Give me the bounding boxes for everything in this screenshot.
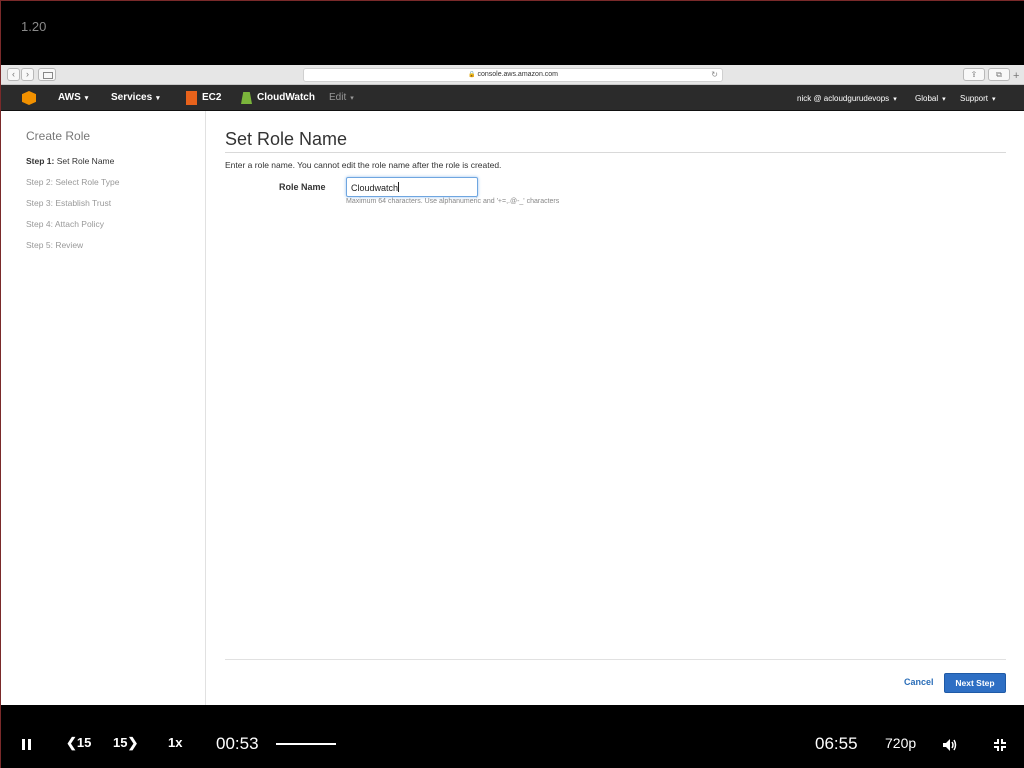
lock-icon: 🔒 bbox=[467, 72, 476, 78]
speed-button[interactable]: 1x bbox=[168, 735, 182, 750]
wizard-step-2[interactable]: Step 2: Select Role Type bbox=[26, 177, 119, 187]
cloudwatch-shortcut[interactable]: CloudWatch bbox=[257, 92, 315, 103]
support-menu[interactable]: Support ▾ bbox=[960, 94, 996, 103]
wizard-step-5[interactable]: Step 5: Review bbox=[26, 240, 83, 250]
quality-button[interactable]: 720p bbox=[885, 735, 916, 751]
role-name-input[interactable]: Cloudwatch bbox=[346, 177, 478, 197]
wizard-step-4[interactable]: Step 4: Attach Policy bbox=[26, 219, 104, 229]
wizard-step-3[interactable]: Step 3: Establish Trust bbox=[26, 198, 111, 208]
new-tab-icon[interactable]: + bbox=[1013, 70, 1019, 82]
volume-icon[interactable] bbox=[942, 738, 958, 752]
player-top-bar: 1.20 bbox=[1, 1, 1024, 65]
tabs-icon[interactable]: ⧉ bbox=[988, 68, 1010, 81]
exit-fullscreen-icon[interactable] bbox=[993, 738, 1007, 752]
rewind-15-button[interactable]: ❮15 bbox=[66, 735, 91, 751]
share-icon[interactable]: ⇪ bbox=[963, 68, 985, 81]
address-bar[interactable]: 🔒 console.aws.amazon.com ↻ bbox=[303, 68, 723, 82]
wizard-steps-pane: Create Role Step 1: Set Role Name Step 2… bbox=[1, 111, 206, 705]
forward-icon[interactable]: › bbox=[21, 68, 34, 81]
duration: 06:55 bbox=[815, 734, 858, 753]
account-menu[interactable]: nick @ acloudgurudevops ▾ bbox=[797, 94, 897, 103]
aws-menu[interactable]: AWS ▾ bbox=[58, 92, 88, 103]
aws-logo-icon[interactable] bbox=[22, 91, 36, 105]
sidebar-toggle-icon[interactable] bbox=[38, 68, 56, 81]
aws-top-nav: AWS ▾ Services ▾ EC2 CloudWatch Edit ▾ nick… bbox=[1, 85, 1024, 111]
video-player-frame: 1.20 ‹ › 🔒 console.aws.amazon.com ↻ ⇪ ⧉ +… bbox=[0, 0, 1024, 768]
footer-divider bbox=[225, 659, 1006, 660]
role-name-label: Role Name bbox=[279, 182, 326, 192]
cancel-button[interactable]: Cancel bbox=[904, 677, 934, 687]
wizard-title: Create Role bbox=[26, 129, 91, 143]
browser-toolbar: ‹ › 🔒 console.aws.amazon.com ↻ ⇪ ⧉ bbox=[1, 65, 1024, 85]
reload-icon[interactable]: ↻ bbox=[711, 69, 718, 81]
cloudwatch-icon bbox=[241, 92, 252, 104]
console-content: Create Role Step 1: Set Role Name Step 2… bbox=[1, 111, 1024, 705]
current-time: 00:53 bbox=[216, 734, 259, 753]
forward-15-button[interactable]: 15❯ bbox=[113, 735, 138, 751]
role-name-hint: Maximum 64 characters. Use alphanumeric … bbox=[346, 198, 560, 205]
services-menu[interactable]: Services ▾ bbox=[111, 92, 160, 103]
rewind-icon: ❮ bbox=[66, 735, 77, 750]
instruction-text: Enter a role name. You cannot edit the r… bbox=[225, 160, 502, 170]
edit-menu[interactable]: Edit ▾ bbox=[329, 92, 354, 103]
next-step-button[interactable]: Next Step bbox=[944, 673, 1006, 693]
wizard-step-1[interactable]: Step 1: Set Role Name bbox=[26, 156, 114, 166]
forward-icon: ❯ bbox=[127, 735, 139, 750]
text-cursor bbox=[398, 182, 400, 192]
title-divider bbox=[225, 152, 1006, 153]
back-icon[interactable]: ‹ bbox=[7, 68, 20, 81]
ec2-icon bbox=[186, 91, 197, 105]
video-title: 1.20 bbox=[21, 19, 47, 34]
player-controls: ❮15 15❯ 1x 00:53 06:55 720p bbox=[1, 705, 1024, 768]
pause-icon bbox=[22, 739, 25, 750]
ec2-shortcut[interactable]: EC2 bbox=[202, 92, 221, 103]
progress-bar[interactable] bbox=[276, 743, 336, 745]
page-title: Set Role Name bbox=[225, 129, 348, 149]
url-text: console.aws.amazon.com bbox=[477, 71, 559, 78]
region-menu[interactable]: Global ▾ bbox=[915, 94, 946, 103]
